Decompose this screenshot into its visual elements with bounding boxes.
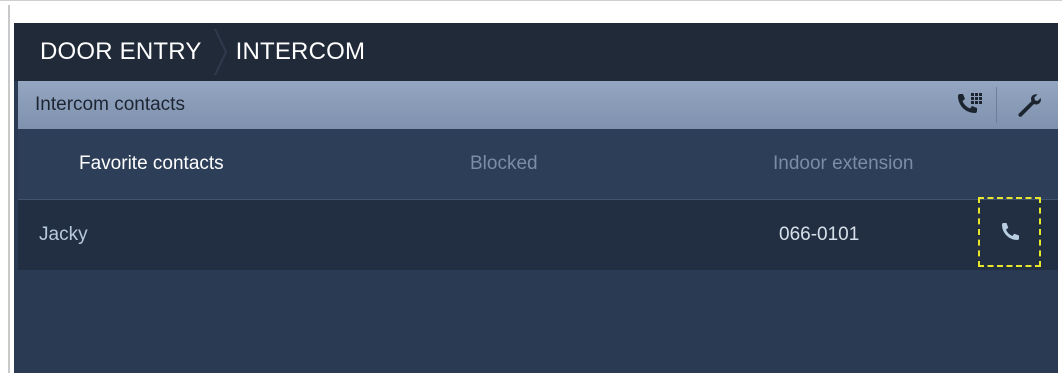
breadcrumb-item-intercom[interactable]: INTERCOM <box>236 38 366 66</box>
contacts-tabs: Favorite contacts Blocked Indoor extensi… <box>18 129 1058 200</box>
section-header: Intercom contacts <box>18 81 1058 129</box>
dialpad-call-button[interactable] <box>948 81 992 129</box>
intercom-app: DOOR ENTRY INTERCOM Intercom contacts Fa… <box>14 23 1058 373</box>
window-frame-top <box>0 0 1062 6</box>
tab-favorite-contacts[interactable]: Favorite contacts <box>79 153 224 175</box>
contact-name: Jacky <box>39 224 88 245</box>
window-frame-left <box>8 5 10 373</box>
breadcrumb-separator-icon <box>212 23 230 81</box>
wrench-icon <box>1018 94 1041 117</box>
tab-blocked[interactable]: Blocked <box>470 153 538 175</box>
call-contact-button[interactable] <box>978 197 1041 267</box>
section-title: Intercom contacts <box>35 94 185 115</box>
contact-row[interactable]: Jacky 066-0101 <box>18 197 1058 270</box>
dialpad-phone-icon <box>958 93 982 113</box>
toolbar-divider <box>996 87 997 123</box>
breadcrumb-item-door-entry[interactable]: DOOR ENTRY <box>40 38 202 66</box>
breadcrumb: DOOR ENTRY INTERCOM <box>14 23 1058 81</box>
contacts-empty-area <box>18 270 1058 373</box>
phone-icon <box>1001 223 1019 240</box>
tab-indoor-extension[interactable]: Indoor extension <box>773 153 914 175</box>
contact-number: 066-0101 <box>779 224 860 245</box>
settings-button[interactable] <box>1000 81 1058 129</box>
